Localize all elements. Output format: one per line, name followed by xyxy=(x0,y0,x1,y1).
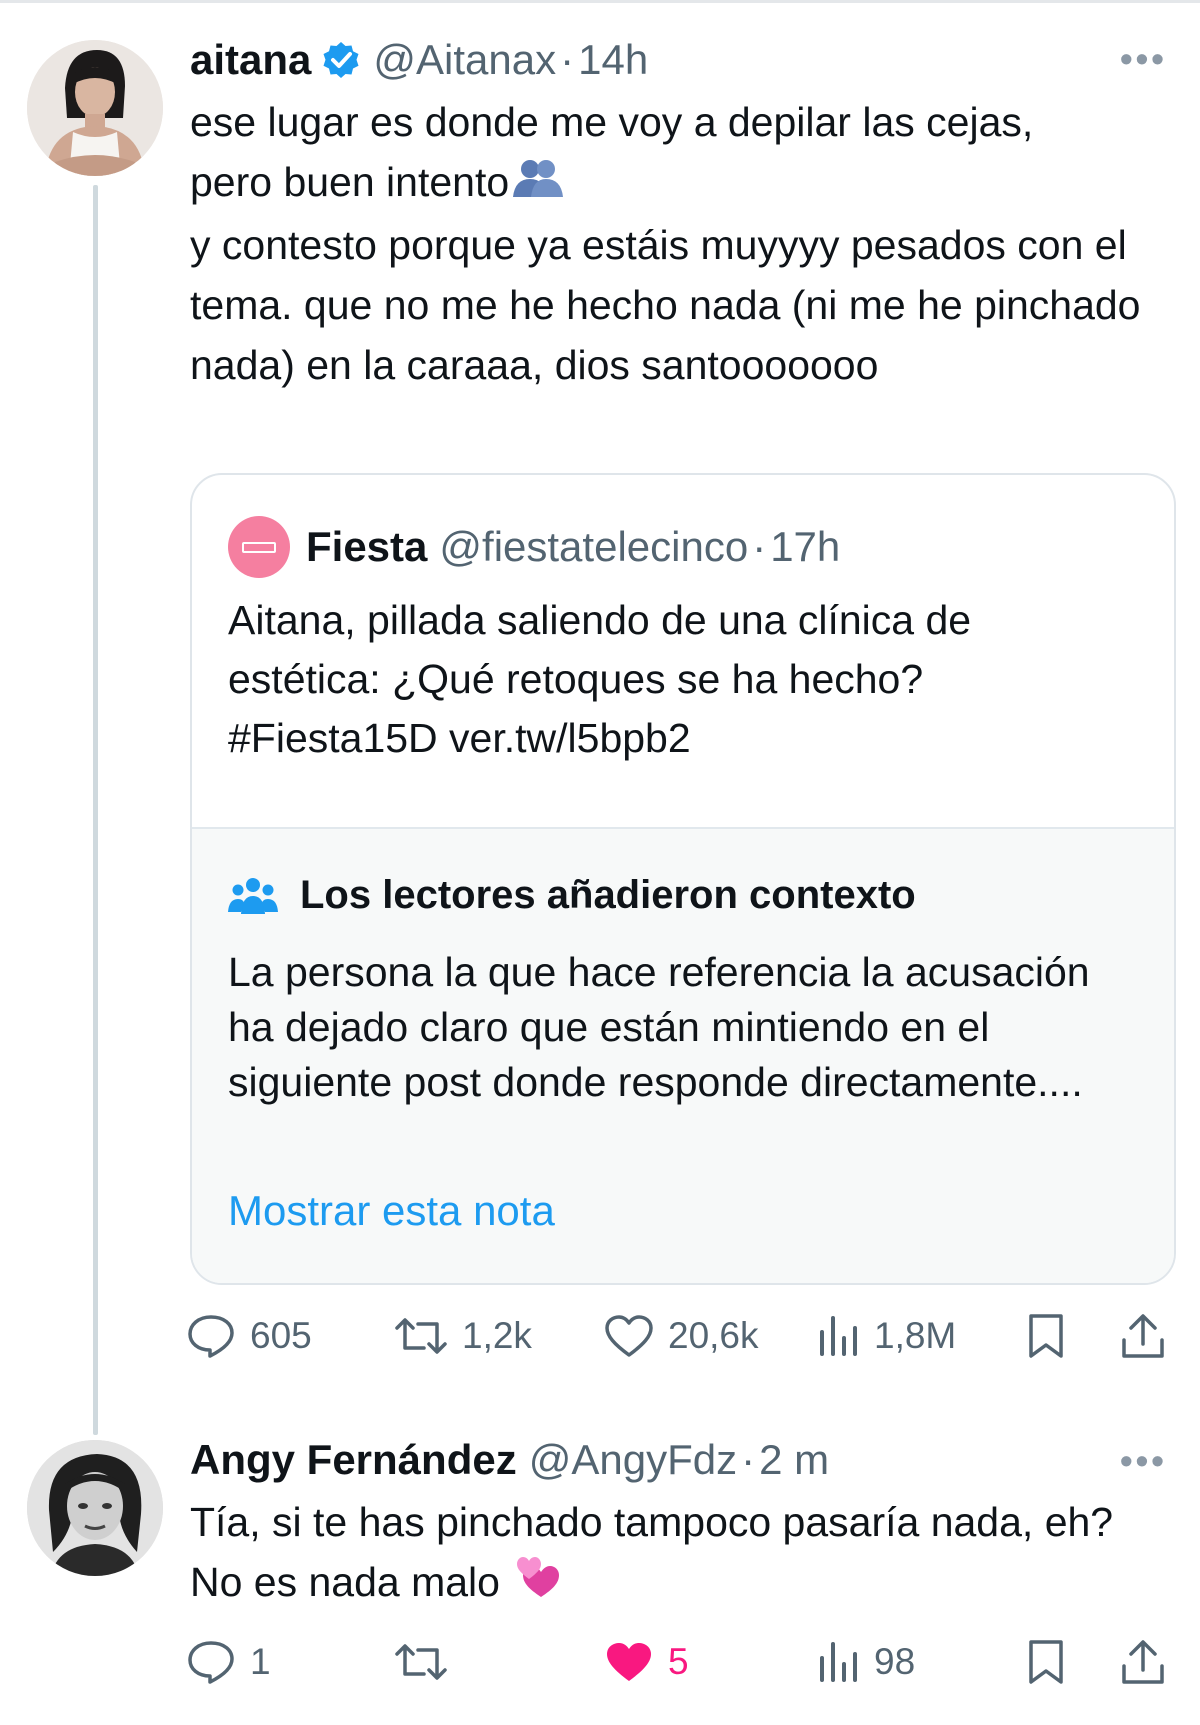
views-button[interactable]: 98 xyxy=(818,1632,915,1692)
avatar-photo xyxy=(27,40,163,176)
community-note-text: La persona la que hace referencia la acu… xyxy=(228,949,1090,1105)
reply-button[interactable]: 1 xyxy=(186,1632,271,1692)
more-options-icon[interactable]: ••• xyxy=(1120,1440,1167,1482)
separator-dot: · xyxy=(560,36,575,83)
reply-author-handle[interactable]: @AngyFdz xyxy=(529,1436,737,1484)
avatar-photo xyxy=(27,1440,163,1576)
tweet-header: aitana @Aitanax · 14h xyxy=(190,32,648,88)
tweet-text-line: y contesto porque ya estáis muyyyy pesad… xyxy=(190,222,1141,389)
fiesta-avatar xyxy=(228,516,290,578)
reply-header: Angy Fernández @AngyFdz · 2 m xyxy=(190,1432,829,1488)
reply-count: 1 xyxy=(250,1641,271,1682)
quoted-tweet-text: Aitana, pillada saliendo de una clínica … xyxy=(228,597,972,761)
separator-dot: · xyxy=(752,523,767,570)
bookmark-button[interactable] xyxy=(1026,1306,1066,1366)
bookmark-icon xyxy=(1029,1314,1063,1358)
reply-icon xyxy=(188,1315,234,1358)
share-icon xyxy=(1122,1314,1164,1358)
like-count: 20,6k xyxy=(668,1315,759,1356)
like-count: 5 xyxy=(668,1641,689,1682)
tweet-time[interactable]: 14h xyxy=(578,36,648,84)
reply-time[interactable]: 2 m xyxy=(759,1436,829,1484)
share-icon xyxy=(1122,1640,1164,1684)
views-count: 98 xyxy=(874,1641,916,1682)
avatar-aitana[interactable] xyxy=(27,40,163,176)
bookmark-button[interactable] xyxy=(1026,1632,1066,1692)
views-icon xyxy=(820,1316,857,1356)
community-note-title: Los lectores añadieron contexto xyxy=(300,873,916,917)
repost-button[interactable] xyxy=(394,1632,462,1692)
reply-count: 605 xyxy=(250,1315,312,1356)
like-button[interactable]: 20,6k xyxy=(604,1306,759,1366)
community-note: Los lectores añadieron contexto La perso… xyxy=(192,827,1174,1283)
two-hearts-emoji xyxy=(511,1553,565,1617)
tweet-text-line: ese lugar es donde me voy a depilar las … xyxy=(190,99,1034,145)
share-button[interactable] xyxy=(1120,1632,1166,1692)
repost-icon xyxy=(395,1318,447,1354)
tweet-text-line: pero buen intento xyxy=(190,152,1150,215)
quoted-tweet-card[interactable]: Fiesta @fiestatelecinco · 17h Aitana, pi… xyxy=(190,473,1176,1285)
people-icon xyxy=(228,877,278,914)
reply-icon xyxy=(188,1641,234,1684)
reply-button[interactable]: 605 xyxy=(186,1306,312,1366)
quoted-author-handle: @fiestatelecinco xyxy=(439,523,749,570)
verified-badge-icon xyxy=(323,42,359,78)
tweet-text: ese lugar es donde me voy a depilar las … xyxy=(190,92,1150,395)
bookmark-icon xyxy=(1029,1640,1063,1684)
reply-author-name[interactable]: Angy Fernández xyxy=(190,1436,517,1484)
reply-text: Tía, si te has pinchado tampoco pasaría … xyxy=(190,1492,1150,1617)
repost-button[interactable]: 1,2k xyxy=(394,1306,532,1366)
author-handle[interactable]: @Aitanax xyxy=(373,36,556,84)
more-options-icon[interactable]: ••• xyxy=(1120,38,1167,80)
reply-action-bar: 1 5 98 xyxy=(188,1632,1180,1692)
views-icon xyxy=(820,1642,857,1682)
avatar-angy[interactable] xyxy=(27,1440,163,1576)
quoted-tweet-header: Fiesta @fiestatelecinco · 17h xyxy=(228,515,840,579)
views-button[interactable]: 1,8M xyxy=(818,1306,956,1366)
quoted-author-name: Fiesta xyxy=(306,523,428,570)
thread-connector-line xyxy=(93,185,98,1435)
top-divider xyxy=(0,0,1200,3)
separator-dot: · xyxy=(741,1436,756,1483)
share-button[interactable] xyxy=(1120,1306,1166,1366)
heart-filled-icon xyxy=(607,1643,651,1681)
repost-count: 1,2k xyxy=(462,1315,532,1356)
community-note-header: Los lectores añadieron contexto xyxy=(228,873,916,918)
show-note-link[interactable]: Mostrar esta nota xyxy=(228,1187,555,1235)
author-name[interactable]: aitana xyxy=(190,36,311,84)
quoted-tweet-time: 17h xyxy=(770,523,841,570)
tweet-action-bar: 605 1,2k 20,6k 1,8M xyxy=(188,1306,1180,1366)
repost-icon xyxy=(395,1644,447,1680)
views-count: 1,8M xyxy=(874,1315,957,1356)
hugging-people-emoji xyxy=(509,155,567,215)
like-button[interactable]: 5 xyxy=(604,1632,689,1692)
heart-icon xyxy=(605,1315,653,1357)
